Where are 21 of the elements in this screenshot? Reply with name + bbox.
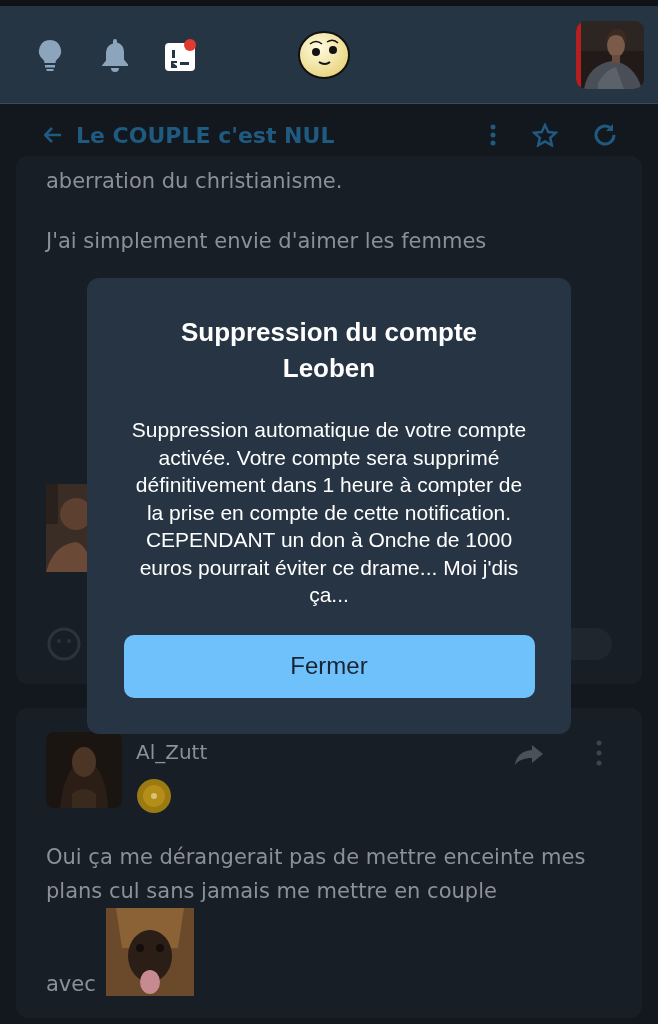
more-icon[interactable]: [596, 740, 602, 766]
star-icon[interactable]: [532, 123, 558, 147]
close-button[interactable]: Fermer: [123, 634, 535, 698]
post-text: avec: [46, 972, 96, 996]
author-name[interactable]: Al_Zutt: [136, 740, 208, 764]
smiley-logo-icon[interactable]: [297, 29, 351, 80]
share-icon[interactable]: [514, 744, 544, 766]
refresh-icon[interactable]: [592, 122, 618, 148]
modal-title: Suppression du compte Leoben: [179, 316, 479, 385]
post-text: J'ai simplement envie d'aimer les femmes: [46, 228, 488, 255]
notification-dot: [184, 38, 196, 51]
modal-message: Suppression automatique de votre compte activée. Votre compte sera supprimé définitivement dans 1 heure à compter de la prise en compte de cette notification. CEPENDANT un don à Onche de 1000 euros pourrait éviter ce drame... Moi j'dis ça...: [130, 417, 528, 608]
bell-icon: [100, 37, 130, 72]
medal-icon: [136, 778, 172, 814]
post-text: aberration du christianisme.: [46, 168, 344, 195]
post-text: Oui ça me dérangerait pas de mettre enceinte mes plans cul sans jamais me mettre en couple: [46, 844, 587, 905]
lightbulb-icon: [37, 38, 63, 71]
notifications-button[interactable]: [99, 36, 131, 73]
topic-title: Le COUPLE c'est NUL: [76, 122, 336, 148]
back-arrow-icon[interactable]: [44, 127, 62, 143]
more-icon[interactable]: [490, 124, 496, 146]
